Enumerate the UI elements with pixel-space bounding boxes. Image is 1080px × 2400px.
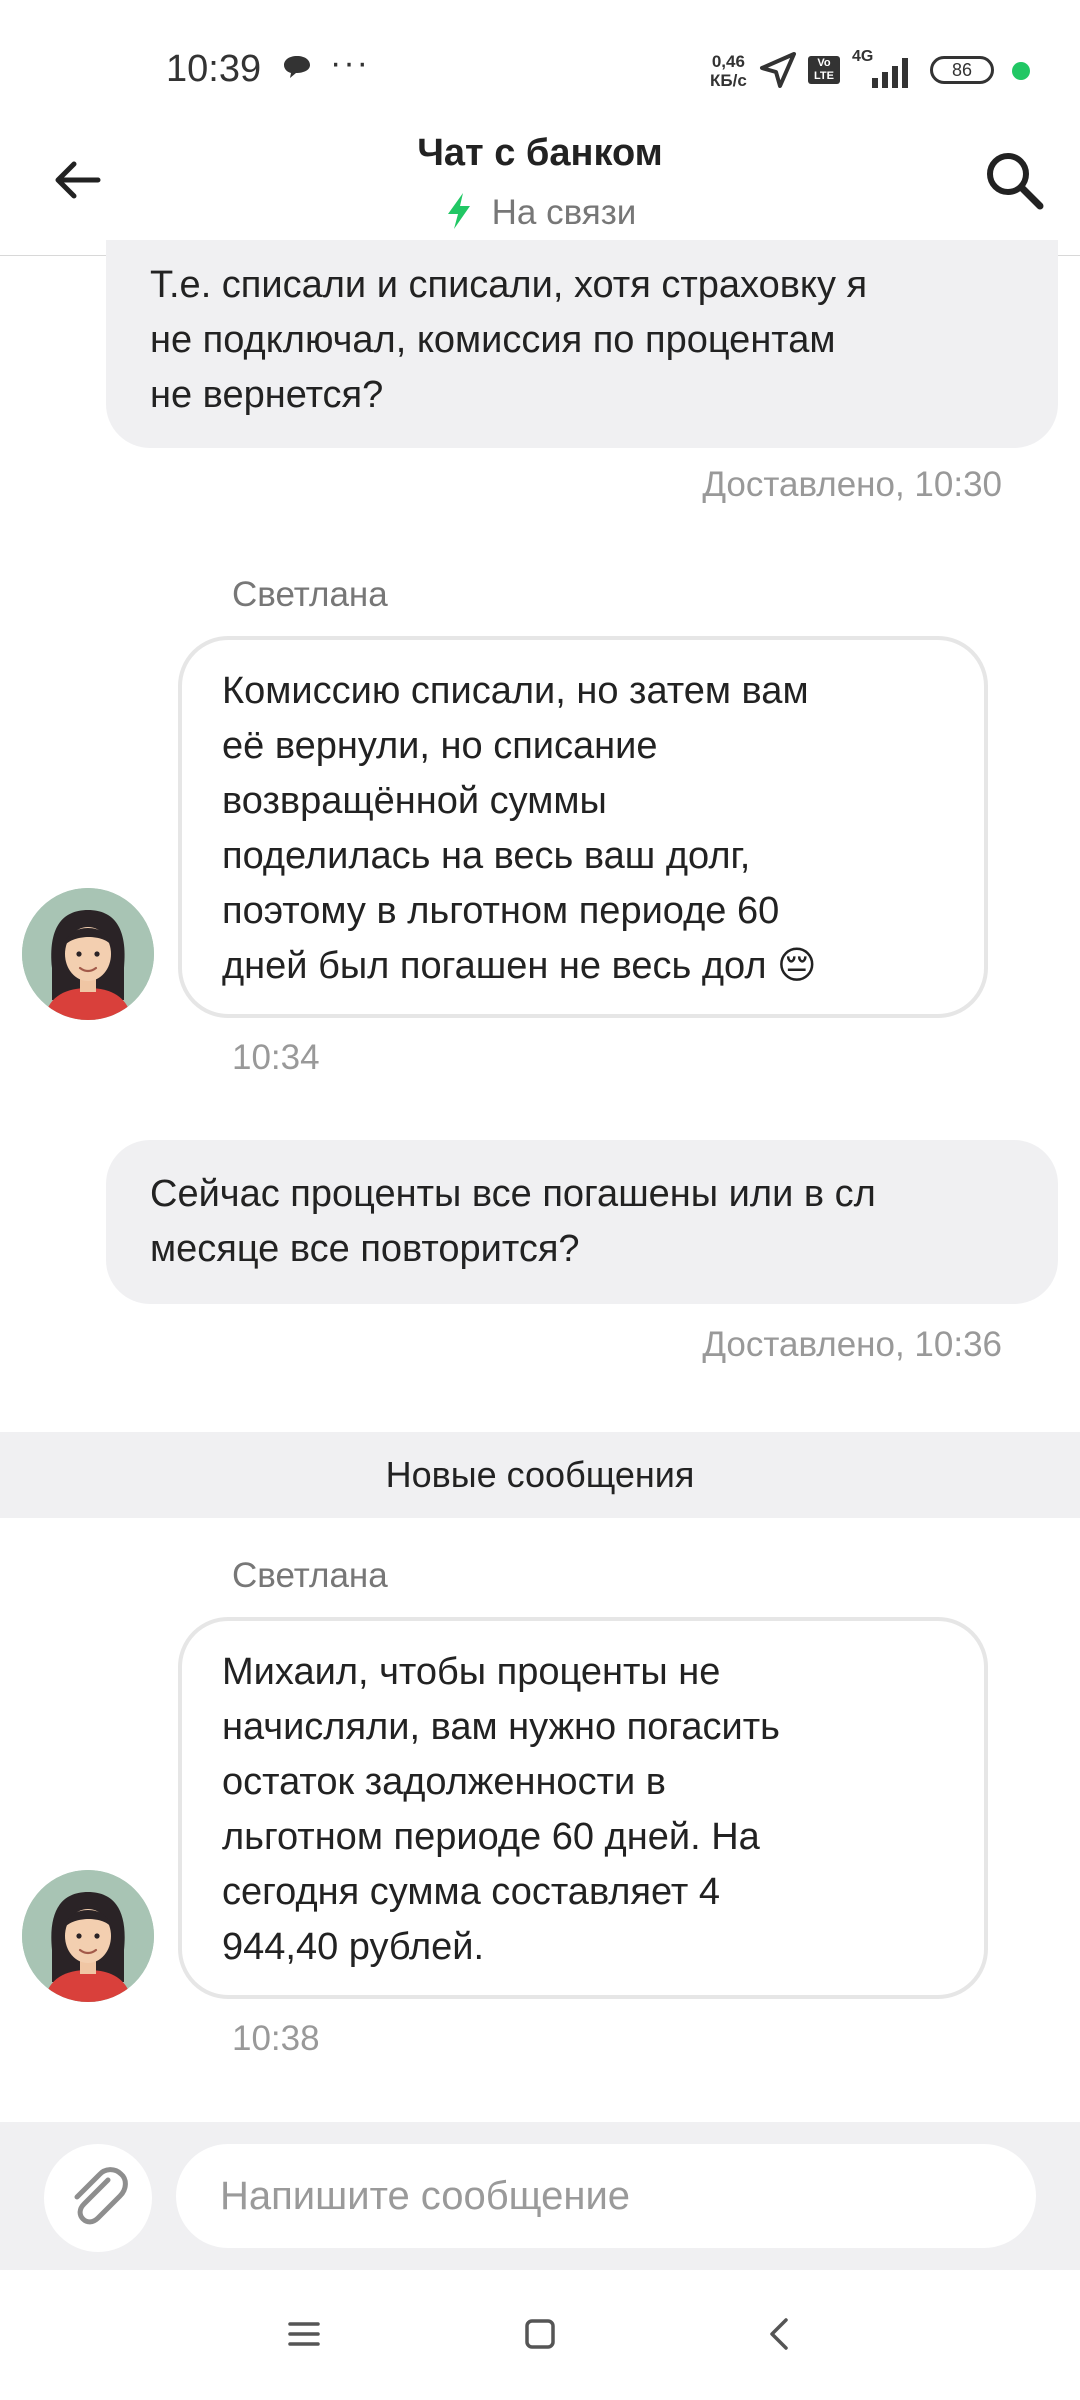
- message-line: поделилась на весь ваш долг,: [222, 835, 751, 877]
- message-line: Михаил, чтобы проценты не: [222, 1651, 721, 1693]
- menu-icon[interactable]: [274, 2304, 334, 2364]
- message-line: льготном периоде 60 дней. На: [222, 1816, 760, 1858]
- chat-bubble-icon: [284, 56, 310, 78]
- message-time: 10:38: [232, 2019, 320, 2058]
- lightning-icon: [447, 193, 470, 229]
- sender-name: Светлана: [232, 575, 388, 614]
- volte-badge: Vo LTE: [808, 56, 840, 84]
- status-time: 10:39: [166, 48, 262, 90]
- message-line: возвращённой суммы: [222, 780, 607, 822]
- delivery-status: Доставлено, 10:30: [702, 465, 1002, 504]
- message-line: сегодня сумма составляет 4: [222, 1871, 720, 1913]
- message-input[interactable]: [176, 2144, 1036, 2248]
- message-line: Сейчас проценты все погашены или в сл: [150, 1173, 876, 1215]
- message-bubble-incoming[interactable]: Михаил, чтобы проценты не начисляли, вам…: [178, 1617, 988, 1999]
- operator-avatar-icon: [22, 1870, 154, 2002]
- network-speed-unit: КБ/с: [710, 71, 747, 90]
- home-square-icon[interactable]: [510, 2304, 570, 2364]
- signal-bars-icon: [872, 58, 908, 88]
- page-title: Чат с банком: [417, 132, 663, 174]
- back-chevron-icon[interactable]: [750, 2304, 810, 2364]
- message-bubble-incoming[interactable]: Комиссию списали, но затем вам её вернул…: [178, 636, 988, 1018]
- status-bar: [0, 0, 1080, 120]
- message-time: 10:34: [232, 1038, 320, 1077]
- message-bubble-outgoing[interactable]: Сейчас проценты все погашены или в сл ме…: [106, 1140, 1058, 1304]
- attach-button[interactable]: [44, 2144, 152, 2252]
- message-line: начисляли, вам нужно погасить: [222, 1706, 780, 1748]
- search-icon[interactable]: [982, 148, 1046, 212]
- network-speed-value: 0,46: [711, 52, 745, 71]
- message-bubble-outgoing[interactable]: Т.е. списали и списали, хотя страховку я…: [106, 240, 1058, 448]
- message-line: поэтому в льготном периоде 60: [222, 890, 780, 932]
- message-line: не вернется?: [150, 374, 384, 416]
- network-speed: 0,46 КБ/с: [710, 52, 747, 90]
- message-line: Комиссию списали, но затем вам: [222, 670, 809, 712]
- sender-name: Светлана: [232, 1556, 388, 1595]
- message-line: её вернули, но списание: [222, 725, 658, 767]
- location-arrow-icon: [760, 52, 796, 88]
- message-line: месяце все повторится?: [150, 1228, 580, 1270]
- operator-avatar-icon: [22, 888, 154, 1020]
- new-messages-divider: Новые сообщения: [0, 1432, 1080, 1518]
- overflow-dots-icon: ···: [330, 44, 370, 82]
- avatar[interactable]: [22, 888, 154, 1020]
- online-status: На связи: [0, 192, 1080, 233]
- online-status-label: На связи: [491, 193, 637, 232]
- message-line: Т.е. списали и списали, хотя страховку я: [150, 264, 868, 306]
- message-line: не подключал, комиссия по процентам: [150, 319, 836, 361]
- paperclip-icon: [74, 2167, 128, 2225]
- green-dot-icon: [1012, 62, 1030, 80]
- delivery-status: Доставлено, 10:36: [702, 1325, 1002, 1364]
- message-line: остаток задолженности в: [222, 1761, 666, 1803]
- message-line: дней был погашен не весь дол 😔: [222, 945, 817, 987]
- avatar[interactable]: [22, 1870, 154, 2002]
- battery-icon: 86: [930, 56, 994, 84]
- message-line: 944,40 рублей.: [222, 1926, 485, 1968]
